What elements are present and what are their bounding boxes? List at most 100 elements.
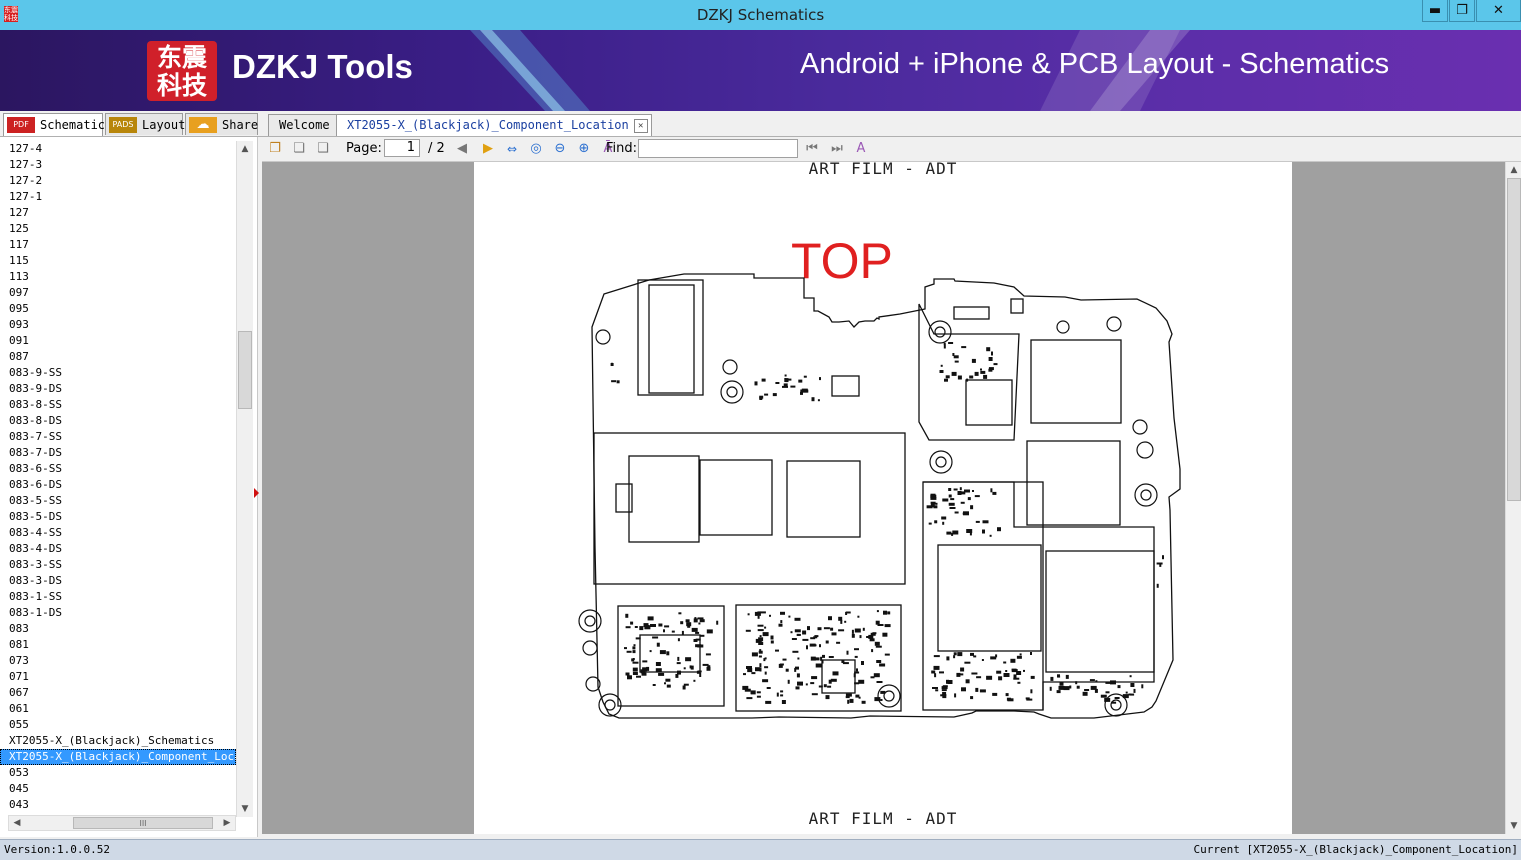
tree-item[interactable]: 071: [0, 669, 236, 685]
sidebar-horizontal-scrollbar[interactable]: ◀ III ▶: [8, 815, 236, 831]
copy-all-icon[interactable]: ❑: [314, 140, 332, 158]
tree-item[interactable]: 083-1-DS: [0, 605, 236, 621]
tree-item[interactable]: 055: [0, 717, 236, 733]
tab-label: Schematic: [40, 118, 106, 132]
scroll-thumb[interactable]: III: [73, 817, 213, 829]
copy-icon[interactable]: ❐: [266, 140, 284, 158]
tree-item[interactable]: 127-4: [0, 141, 236, 157]
tree-item[interactable]: 127: [0, 205, 236, 221]
fit-page-icon[interactable]: ◎: [527, 140, 545, 158]
tree-item[interactable]: 083-1-SS: [0, 589, 236, 605]
tree-item[interactable]: 083-5-SS: [0, 493, 236, 509]
find-input[interactable]: [638, 139, 798, 158]
tree-item[interactable]: 083-4-SS: [0, 525, 236, 541]
tab-layout[interactable]: PADS Layout: [105, 113, 186, 135]
tree-item[interactable]: 093: [0, 317, 236, 333]
title-bar: 东震科技 DZKJ Schematics ▬ ❐ ✕: [0, 0, 1521, 30]
tabs-bar: PDF Schematic PADS Layout ☁ Share Welcom…: [0, 111, 1521, 137]
scroll-up-icon[interactable]: ▲: [1506, 162, 1521, 178]
pcb-board-outline[interactable]: [574, 262, 1194, 722]
tree-item[interactable]: 083-7-SS: [0, 429, 236, 445]
zoom-out-icon[interactable]: ⊖: [551, 140, 569, 158]
minimize-icon[interactable]: ▬: [1422, 0, 1448, 22]
document-viewer[interactable]: ART FILM - ADT TOP ART FILM - ADT: [262, 162, 1505, 834]
brand-logo: 东震 科技: [147, 41, 217, 101]
tree-item[interactable]: XT2055-X_(Blackjack)_Schematics: [0, 733, 236, 749]
tab-share[interactable]: ☁ Share: [185, 113, 258, 135]
maximize-icon[interactable]: ❐: [1449, 0, 1475, 22]
copy-page-icon[interactable]: ❏: [290, 140, 308, 158]
zoom-in-icon[interactable]: ⊕: [575, 140, 593, 158]
find-next-icon[interactable]: ⏭: [828, 140, 846, 158]
scroll-down-icon[interactable]: ▼: [1506, 818, 1521, 834]
tree-item[interactable]: 091: [0, 333, 236, 349]
collapse-sidebar-icon[interactable]: [254, 488, 259, 498]
sidebar-vertical-scrollbar[interactable]: ▲ ▼: [236, 141, 253, 817]
close-icon[interactable]: ✕: [633, 119, 648, 133]
find-label: Find:: [606, 141, 638, 156]
tree-item[interactable]: XT2055-X_(Blackjack)_Component_Location: [0, 749, 236, 765]
tree-item[interactable]: 073: [0, 653, 236, 669]
page-total: / 2: [428, 141, 445, 156]
scroll-left-icon[interactable]: ◀: [9, 815, 25, 831]
tree-item[interactable]: 097: [0, 285, 236, 301]
component-pads: [610, 342, 1164, 704]
tab-welcome[interactable]: Welcome: [268, 114, 341, 136]
next-page-icon[interactable]: ▶: [479, 140, 497, 158]
tree-item[interactable]: 083-4-DS: [0, 541, 236, 557]
tree-item[interactable]: 083-8-DS: [0, 413, 236, 429]
tree-item[interactable]: 083-6-DS: [0, 477, 236, 493]
tree-item[interactable]: 095: [0, 301, 236, 317]
tree-item[interactable]: 083: [0, 621, 236, 637]
window-title: DZKJ Schematics: [696, 6, 825, 24]
tree-item[interactable]: 053: [0, 765, 236, 781]
pads-icon: PADS: [109, 117, 137, 133]
viewer-vertical-scrollbar[interactable]: ▲ ▼: [1505, 162, 1521, 834]
tab-schematic[interactable]: PDF Schematic: [3, 113, 106, 136]
scroll-down-icon[interactable]: ▼: [237, 801, 253, 817]
tree-item[interactable]: 083-7-DS: [0, 445, 236, 461]
header-banner: 东震 科技 DZKJ Tools Android + iPhone & PCB …: [0, 30, 1521, 111]
tree-item[interactable]: 117: [0, 237, 236, 253]
tree-item[interactable]: 083-9-DS: [0, 381, 236, 397]
tree-item[interactable]: 127-1: [0, 189, 236, 205]
scroll-right-icon[interactable]: ▶: [219, 815, 235, 831]
close-icon[interactable]: ✕: [1476, 0, 1521, 22]
tree-item[interactable]: 061: [0, 701, 236, 717]
version-label: Version:1.0.0.52: [4, 843, 110, 856]
tab-label: Share: [222, 118, 259, 132]
tab-label: Layout: [142, 118, 186, 132]
banner-tagline: Android + iPhone & PCB Layout - Schemati…: [800, 48, 1390, 80]
page-sheet: ART FILM - ADT TOP ART FILM - ADT: [474, 162, 1292, 834]
tree-item[interactable]: 045: [0, 781, 236, 797]
tree-item[interactable]: 127-3: [0, 157, 236, 173]
scroll-up-icon[interactable]: ▲: [237, 141, 253, 157]
tree-item[interactable]: 083-3-DS: [0, 573, 236, 589]
tab-component-location[interactable]: XT2055-X_(Blackjack)_Component_Location …: [336, 114, 652, 136]
tree-item[interactable]: 125: [0, 221, 236, 237]
fit-width-icon[interactable]: ⇔: [503, 140, 521, 158]
tree-item[interactable]: 043: [0, 797, 236, 813]
tree-item[interactable]: 067: [0, 685, 236, 701]
tree-item[interactable]: 113: [0, 269, 236, 285]
tree-item[interactable]: 083-8-SS: [0, 397, 236, 413]
tree-item[interactable]: 083-5-DS: [0, 509, 236, 525]
find-previous-icon[interactable]: ⏮: [803, 140, 821, 158]
tree-item[interactable]: 081: [0, 637, 236, 653]
page-label: Page:: [346, 141, 382, 156]
tree-item[interactable]: 127-2: [0, 173, 236, 189]
sidebar-tree: 127-4 127-3 127-2 127-1 127 125 117 115 113 097 09…: [0, 137, 258, 837]
scroll-thumb[interactable]: [238, 331, 252, 409]
tree-item[interactable]: 083-3-SS: [0, 557, 236, 573]
find-highlight-icon[interactable]: A: [852, 140, 870, 158]
share-icon: ☁: [189, 117, 217, 133]
page-number-input[interactable]: 1: [384, 139, 420, 157]
scroll-thumb[interactable]: [1507, 178, 1521, 501]
tree-item[interactable]: 083-6-SS: [0, 461, 236, 477]
tree-item[interactable]: 083-9-SS: [0, 365, 236, 381]
tree-item[interactable]: 087: [0, 349, 236, 365]
tree-list: 127-4 127-3 127-2 127-1 127 125 117 115 113 097 09…: [0, 141, 236, 813]
status-bar: Version:1.0.0.52 Current [XT2055-X_(Blac…: [0, 839, 1521, 860]
tree-item[interactable]: 115: [0, 253, 236, 269]
prev-page-icon[interactable]: ◀: [453, 140, 471, 158]
